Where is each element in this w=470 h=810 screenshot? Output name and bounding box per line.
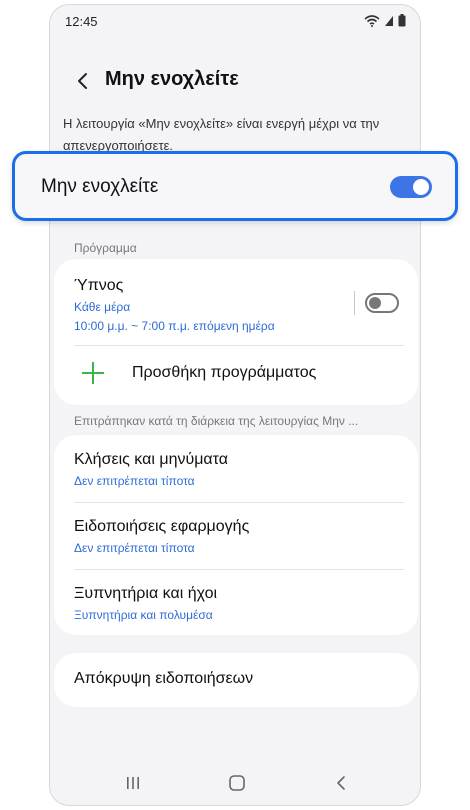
recent-apps-icon xyxy=(127,777,139,789)
exception-title: Ειδοποιήσεις εφαρμογής xyxy=(74,518,250,535)
hide-notifications-item[interactable]: Απόκρυψη ειδοποιήσεων xyxy=(74,670,404,688)
exception-item-calls[interactable]: Κλήσεις και μηνύματα Δεν επιτρέπεται τίπ… xyxy=(74,451,404,490)
navigation-bar xyxy=(50,757,420,805)
hide-notifications-card[interactable]: Απόκρυψη ειδοποιήσεων xyxy=(54,653,418,707)
back-button[interactable] xyxy=(70,69,94,93)
home-button[interactable] xyxy=(222,771,252,795)
schedule-section-label: Πρόγραμμα xyxy=(74,241,137,255)
divider xyxy=(74,502,404,503)
add-schedule-button[interactable]: Προσθήκη προγράμματος xyxy=(132,364,316,382)
add-icon xyxy=(82,362,104,384)
home-icon xyxy=(229,775,245,791)
status-time: 12:45 xyxy=(65,14,98,29)
wifi-icon xyxy=(364,14,380,27)
exception-item-app-notifications[interactable]: Ειδοποιήσεις εφαρμογής Δεν επιτρέπεται τ… xyxy=(74,518,404,557)
recent-apps-button[interactable] xyxy=(118,771,148,795)
toggle-knob xyxy=(369,297,381,309)
exceptions-section-label: Επιτράπηκαν κατά τη διάρκεια της λειτουρ… xyxy=(74,414,359,428)
divider xyxy=(74,345,404,346)
exception-subtitle: Δεν επιτρέπεται τίποτα xyxy=(74,541,195,555)
exception-subtitle: Ξυπνητήρια και πολυμέσα xyxy=(74,608,213,622)
hide-notifications-label: Απόκρυψη ειδοποιήσεων xyxy=(74,670,254,687)
header: Μην ενοχλείτε xyxy=(50,61,420,101)
exception-title: Κλήσεις και μηνύματα xyxy=(74,451,229,468)
exception-subtitle: Δεν επιτρέπεται τίποτα xyxy=(74,474,195,488)
battery-icon xyxy=(398,14,406,27)
status-bar: 12:45 xyxy=(50,5,420,37)
schedule-card: Ύπνος Κάθε μέρα 10:00 μ.μ. ~ 7:00 π.μ. ε… xyxy=(54,259,418,405)
dnd-toggle-label: Μην ενοχλείτε xyxy=(41,176,159,197)
dnd-toggle-card[interactable]: Μην ενοχλείτε xyxy=(12,151,458,221)
phone-screen: 12:45 Μην ενοχλείτε Η λειτουργία «Μην εν… xyxy=(49,4,421,806)
status-icons xyxy=(364,14,406,27)
exception-item-alarms[interactable]: Ξυπνητήρια και ήχοι Ξυπνητήρια και πολυμ… xyxy=(74,585,404,624)
exceptions-card: Κλήσεις και μηνύματα Δεν επιτρέπεται τίπ… xyxy=(54,435,418,635)
signal-icon xyxy=(385,15,393,26)
page-title: Μην ενοχλείτε xyxy=(105,68,239,90)
dnd-toggle-switch[interactable] xyxy=(390,176,432,198)
chevron-left-icon xyxy=(78,73,87,89)
divider xyxy=(74,569,404,570)
nav-back-button[interactable] xyxy=(326,771,356,795)
back-icon xyxy=(337,776,345,790)
sleep-schedule-toggle[interactable] xyxy=(365,293,399,313)
toggle-separator xyxy=(354,291,355,315)
toggle-knob xyxy=(413,179,429,195)
schedule-time: 10:00 μ.μ. ~ 7:00 π.μ. επόμενη ημέρα xyxy=(74,319,275,333)
exception-title: Ξυπνητήρια και ήχοι xyxy=(74,585,218,602)
